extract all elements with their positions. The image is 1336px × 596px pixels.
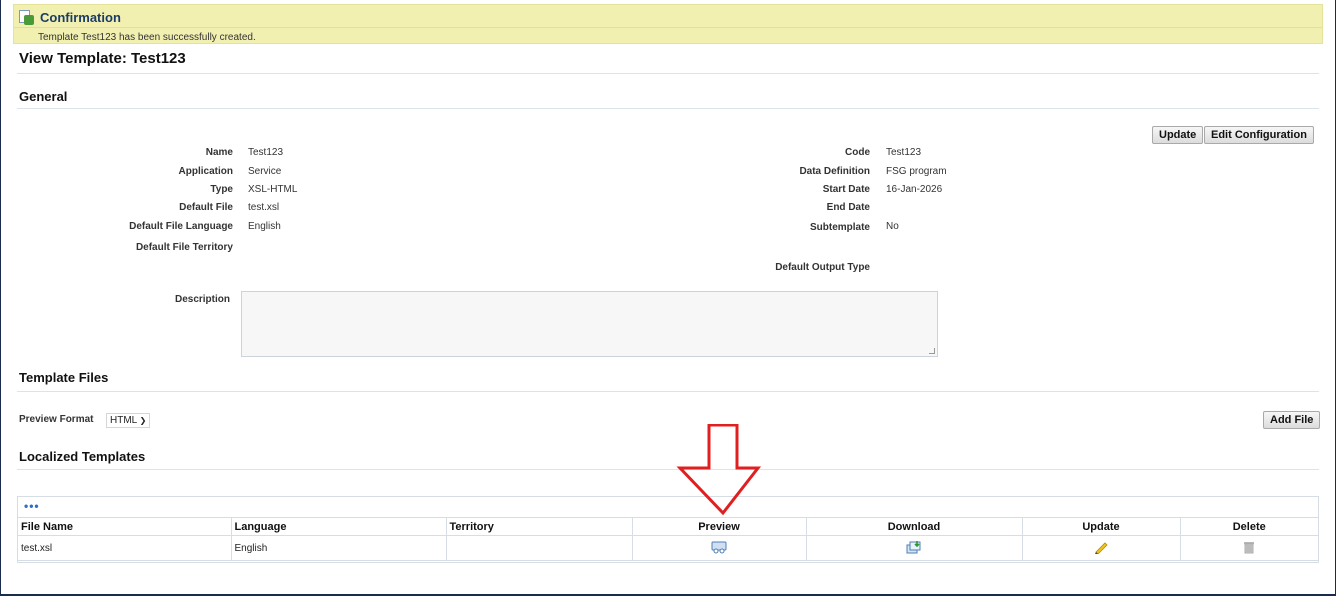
application-value: Service	[248, 166, 282, 177]
end-date-label: End Date	[826, 202, 870, 213]
description-textarea[interactable]	[241, 291, 938, 357]
confirmation-title: Confirmation	[40, 9, 121, 25]
column-territory: Territory	[445, 517, 632, 536]
download-cell	[805, 535, 1022, 561]
download-icon[interactable]	[906, 540, 922, 554]
default-file-label: Default File	[179, 202, 233, 213]
preview-icon[interactable]	[711, 540, 727, 554]
table-row: test.xsl English	[18, 535, 1318, 561]
preview-format-value: HTML	[110, 415, 137, 426]
column-download: Download	[805, 517, 1022, 536]
divider	[17, 391, 1319, 392]
start-date-value: 16-Jan-2026	[886, 184, 943, 195]
column-update: Update	[1021, 517, 1180, 536]
default-output-type-label: Default Output Type	[775, 262, 870, 273]
code-value: Test123	[886, 147, 922, 158]
territory-cell	[445, 535, 632, 561]
default-file-language-label: Default File Language	[129, 221, 233, 232]
general-section-title: General	[19, 89, 68, 104]
localized-templates-table: ••• File Name Language Territory Preview…	[17, 496, 1319, 563]
column-delete: Delete	[1179, 517, 1318, 536]
subtemplate-value: No	[886, 221, 899, 232]
update-button[interactable]: Update	[1152, 126, 1204, 144]
pencil-icon[interactable]	[1093, 540, 1109, 555]
preview-cell	[631, 535, 806, 561]
more-options-icon[interactable]: •••	[24, 499, 40, 513]
data-definition-value: FSG program	[886, 166, 947, 177]
name-value: Test123	[248, 147, 284, 158]
delete-cell	[1179, 535, 1318, 561]
trash-icon[interactable]	[1242, 540, 1256, 554]
default-file-language-value: English	[248, 221, 281, 232]
localized-templates-section-title: Localized Templates	[19, 449, 146, 464]
default-file-territory-label: Default File Territory	[135, 242, 233, 253]
preview-format-select[interactable]: HTML ❯	[106, 413, 151, 428]
code-label: Code	[845, 147, 870, 158]
language-cell: English	[230, 535, 446, 561]
column-file-name: File Name	[18, 517, 231, 536]
data-definition-label: Data Definition	[799, 166, 870, 177]
resize-grip-icon[interactable]	[929, 348, 935, 354]
preview-format-label: Preview Format	[19, 414, 94, 425]
edit-configuration-button[interactable]: Edit Configuration	[1204, 126, 1314, 144]
file-name-cell: test.xsl	[18, 535, 231, 561]
description-label: Description	[174, 294, 230, 305]
default-file-value: test.xsl	[248, 202, 280, 213]
divider	[17, 469, 1319, 470]
table-header-row: File Name Language Territory Preview Dow…	[18, 517, 1318, 536]
start-date-label: Start Date	[822, 184, 870, 195]
application-label: Application	[178, 166, 233, 177]
add-file-button[interactable]: Add File	[1263, 411, 1321, 429]
column-language: Language	[230, 517, 446, 536]
chevron-down-icon: ❯	[139, 416, 147, 425]
template-files-section-title: Template Files	[19, 370, 109, 385]
confirmation-message: Template Test123 has been successfully c…	[38, 32, 256, 43]
divider	[17, 73, 1319, 74]
type-value: XSL-HTML	[248, 184, 298, 195]
confirmation-icon	[18, 9, 34, 25]
update-cell	[1021, 535, 1180, 561]
annotation-arrow-icon	[676, 424, 762, 516]
name-label: Name	[205, 147, 233, 158]
divider	[17, 108, 1319, 109]
page-title: View Template: Test123	[19, 50, 186, 67]
type-label: Type	[210, 184, 233, 195]
column-preview: Preview	[631, 517, 806, 536]
subtemplate-label: Subtemplate	[809, 222, 870, 233]
confirmation-banner: Confirmation Template Test123 has been s…	[13, 4, 1323, 44]
